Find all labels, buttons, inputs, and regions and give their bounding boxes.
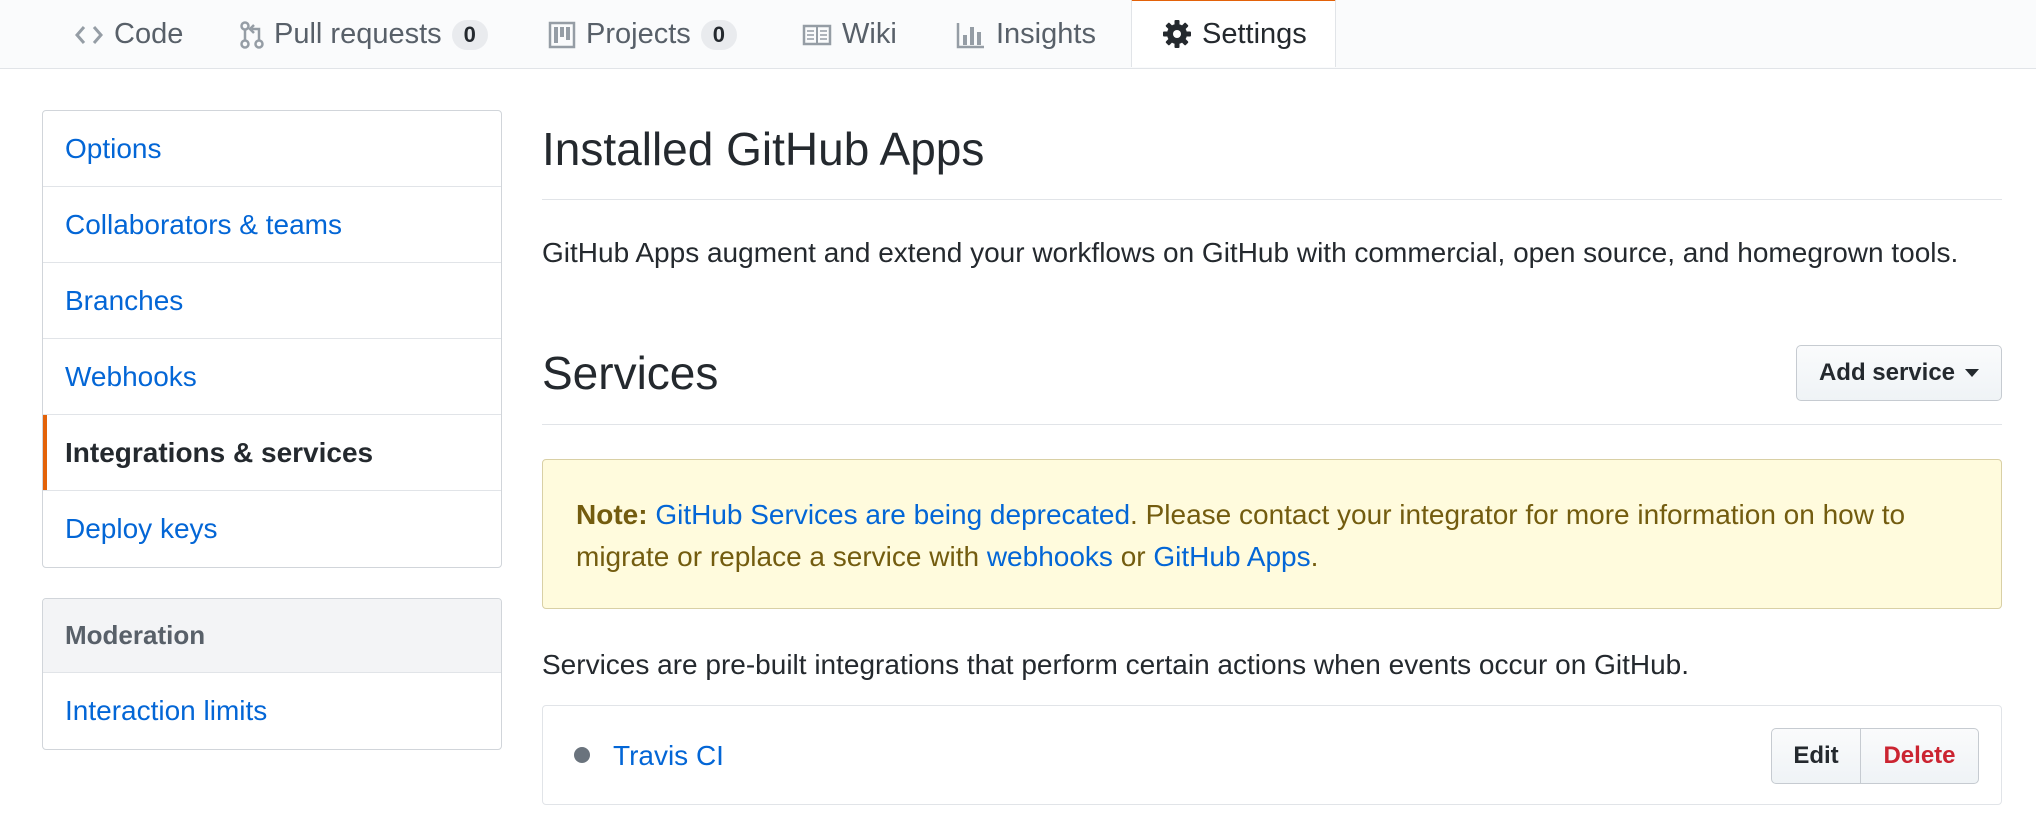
- github-apps-link[interactable]: GitHub Apps: [1153, 541, 1310, 572]
- sidebar-item-branches[interactable]: Branches: [43, 263, 501, 339]
- installed-apps-title: Installed GitHub Apps: [542, 114, 2002, 200]
- webhooks-link[interactable]: webhooks: [987, 541, 1113, 572]
- tab-label: Settings: [1202, 17, 1307, 50]
- moderation-heading: Moderation: [43, 599, 501, 673]
- sidebar-item-webhooks[interactable]: Webhooks: [43, 339, 501, 415]
- projects-count-badge: 0: [700, 19, 738, 50]
- git-pull-request-icon: [240, 20, 264, 50]
- pull-requests-count-badge: 0: [451, 19, 488, 50]
- installed-apps-description: GitHub Apps augment and extend your work…: [542, 237, 1959, 268]
- repo-nav-tabs: Code Pull requests 0 Projects 0 Wiki Ins…: [0, 0, 2036, 69]
- code-icon: [74, 23, 104, 47]
- gear-icon: [1162, 19, 1192, 49]
- settings-menu: Options Collaborators & teams Branches W…: [42, 110, 502, 568]
- graph-icon: [956, 21, 986, 49]
- service-list-item: Travis CI Edit Delete: [542, 705, 2002, 805]
- services-description: Services are pre-built integrations that…: [542, 649, 1690, 680]
- tab-code[interactable]: Code: [44, 0, 213, 69]
- add-service-label: Add service: [1818, 359, 1956, 386]
- caret-down-icon: [1965, 369, 1980, 377]
- sidebar-item-interaction-limits[interactable]: Interaction limits: [43, 673, 501, 749]
- status-dot-icon: [574, 747, 590, 763]
- services-header: Services Add service: [542, 341, 2002, 425]
- tab-projects[interactable]: Projects 0: [518, 0, 767, 69]
- add-service-button[interactable]: Add service: [1796, 345, 2002, 401]
- note-text: or: [1112, 541, 1154, 572]
- edit-service-button[interactable]: Edit: [1771, 728, 1861, 784]
- note-label: Note:: [576, 499, 648, 530]
- tab-label: Pull requests: [274, 18, 442, 50]
- tab-settings[interactable]: Settings: [1131, 0, 1336, 67]
- sidebar-item-integrations-services[interactable]: Integrations & services: [43, 415, 501, 491]
- tab-wiki[interactable]: Wiki: [772, 0, 927, 69]
- sidebar-item-collaborators-teams[interactable]: Collaborators & teams: [43, 187, 501, 263]
- sidebar-item-deploy-keys[interactable]: Deploy keys: [43, 491, 501, 567]
- tab-pull-requests[interactable]: Pull requests 0: [210, 0, 518, 69]
- service-name-link[interactable]: Travis CI: [613, 736, 724, 776]
- services-title: Services: [542, 347, 719, 399]
- delete-service-button[interactable]: Delete: [1861, 728, 1979, 784]
- services-deprecated-link[interactable]: GitHub Services are being deprecated: [655, 499, 1130, 530]
- tab-insights[interactable]: Insights: [926, 0, 1126, 69]
- tab-label: Insights: [996, 18, 1096, 50]
- sidebar-item-options[interactable]: Options: [43, 111, 501, 187]
- moderation-menu: Moderation Interaction limits: [42, 598, 502, 750]
- project-icon: [548, 21, 576, 49]
- tab-label: Wiki: [842, 18, 897, 50]
- tab-label: Code: [114, 18, 184, 50]
- service-actions: Edit Delete: [1771, 728, 1979, 784]
- deprecation-notice: Note: GitHub Services are being deprecat…: [542, 459, 2002, 609]
- note-text: .: [1310, 541, 1319, 572]
- tab-label: Projects: [586, 18, 691, 50]
- book-icon: [802, 23, 832, 47]
